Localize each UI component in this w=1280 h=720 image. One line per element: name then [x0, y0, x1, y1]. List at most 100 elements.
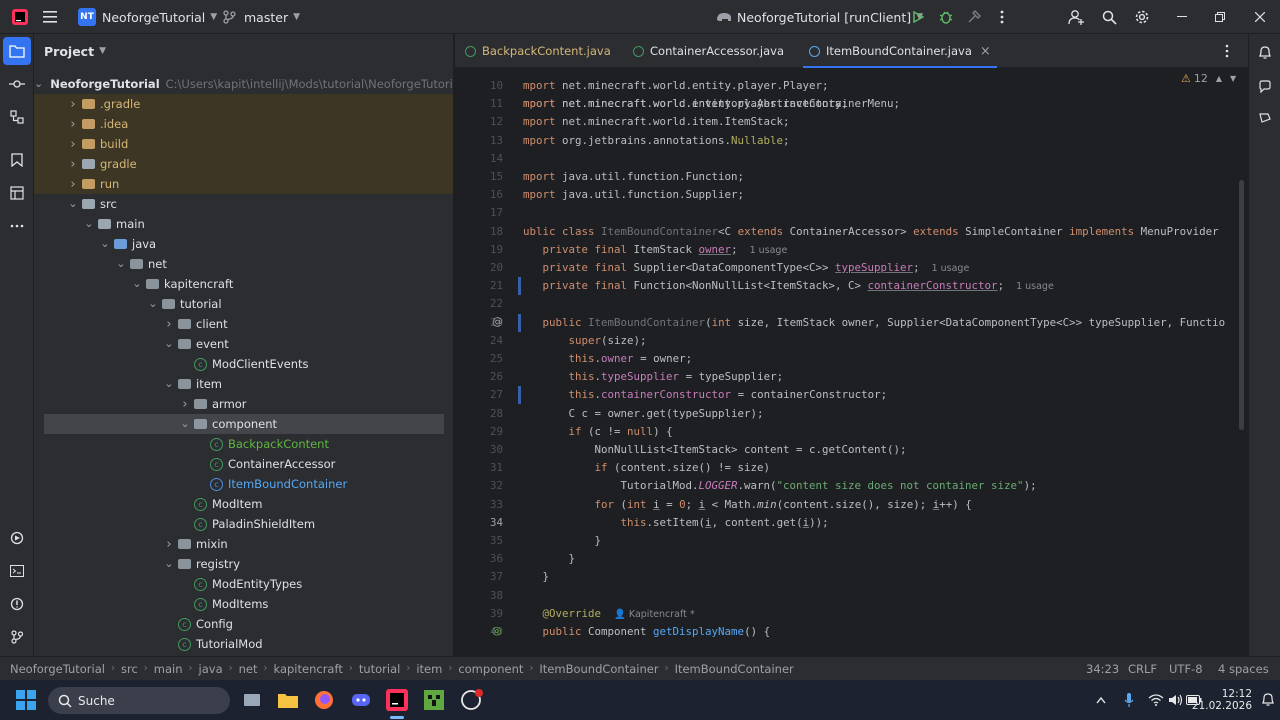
taskbar-search-input[interactable]: Suche: [48, 687, 230, 714]
tree-item-modclientevents[interactable]: c ModClientEvents: [34, 354, 453, 374]
tree-item-registry[interactable]: ⌄ registry: [34, 554, 453, 574]
wifi-icon[interactable]: [1148, 680, 1164, 720]
layout-icon[interactable]: [3, 179, 31, 207]
line-number[interactable]: 32: [455, 477, 503, 495]
search-icon[interactable]: [1095, 3, 1123, 31]
chevron-down-icon[interactable]: ⌄: [146, 298, 160, 309]
minecraft-icon[interactable]: [424, 680, 444, 720]
line-number[interactable]: 35: [455, 532, 503, 550]
services-icon[interactable]: [3, 524, 31, 552]
line-number[interactable]: 34: [455, 514, 503, 532]
notifications-bell-icon[interactable]: [1262, 680, 1274, 720]
tree-item-mixin[interactable]: › mixin: [34, 534, 453, 554]
line-separator[interactable]: CRLF: [1128, 662, 1157, 676]
vcs-change-marker[interactable]: [518, 277, 521, 296]
discord-icon[interactable]: [351, 680, 371, 720]
commit-icon[interactable]: [3, 70, 31, 98]
firefox-icon[interactable]: [314, 680, 334, 720]
constructor-usages-icon[interactable]: @: [492, 315, 503, 328]
editor-scrollbar[interactable]: [1239, 180, 1244, 430]
line-number[interactable]: 17: [455, 204, 503, 222]
breadcrumb-item[interactable]: NeoforgeTutorial: [10, 662, 105, 676]
tree-item-idea[interactable]: › .idea: [34, 114, 453, 134]
tab-container-accessor[interactable]: ContainerAccessor.java: [633, 34, 784, 68]
tray-overflow-icon[interactable]: [1096, 680, 1106, 720]
line-number[interactable]: 38: [455, 587, 503, 605]
line-number[interactable]: 25: [455, 350, 503, 368]
chevron-right-icon[interactable]: ›: [178, 397, 192, 412]
chevron-down-icon[interactable]: ⌄: [34, 78, 43, 89]
tree-item-item[interactable]: ⌄ item: [34, 374, 453, 394]
tree-item-main[interactable]: ⌄ main: [34, 214, 453, 234]
vcs-change-marker[interactable]: [518, 386, 521, 405]
chevron-down-icon[interactable]: ⌄: [66, 198, 80, 209]
tree-item-neoforgetutorial[interactable]: ⌄ NeoforgeTutorial C:\Users\kapit\intellij…: [34, 74, 453, 94]
chevron-down-icon[interactable]: ⌄: [162, 338, 176, 349]
breadcrumb-item[interactable]: ItemBoundContainer: [675, 662, 794, 676]
chevron-down-icon[interactable]: ⌄: [178, 418, 192, 429]
gear-icon[interactable]: [1128, 3, 1156, 31]
file-encoding[interactable]: UTF-8: [1169, 662, 1203, 676]
tree-item-client[interactable]: › client: [34, 314, 453, 334]
microphone-icon[interactable]: [1124, 680, 1134, 720]
chevron-down-icon[interactable]: ▼: [1230, 74, 1236, 83]
line-number[interactable]: 27: [455, 386, 503, 404]
code-editor[interactable]: mport net.minecraft.world.entity.player.…: [455, 68, 1248, 656]
tree-item-armor[interactable]: › armor: [34, 394, 453, 414]
tree-item-net[interactable]: ⌄ net: [34, 254, 453, 274]
tree-item-tutorialmod[interactable]: c TutorialMod: [34, 634, 453, 654]
tree-item-tutorial[interactable]: ⌄ tutorial: [34, 294, 453, 314]
steam-icon[interactable]: [461, 680, 483, 720]
ai-assistant-icon[interactable]: [1251, 72, 1279, 100]
intellij-logo-icon[interactable]: [6, 3, 34, 31]
override-method-icon[interactable]: ◎: [492, 624, 502, 637]
line-number[interactable]: 10: [455, 77, 503, 95]
breadcrumb-item[interactable]: item: [416, 662, 442, 676]
breadcrumb-item[interactable]: java: [199, 662, 223, 676]
project-switcher[interactable]: NT NeoforgeTutorial ▼: [78, 0, 217, 34]
intellij-taskbar-icon[interactable]: [386, 680, 408, 720]
tree-item-run[interactable]: › run: [34, 174, 453, 194]
task-view-icon[interactable]: [243, 680, 261, 720]
close-icon[interactable]: [1246, 3, 1274, 31]
chevron-down-icon[interactable]: ⌄: [114, 258, 128, 269]
line-number[interactable]: 37: [455, 568, 503, 586]
project-folder-icon[interactable]: [3, 37, 31, 65]
tree-item-kapitencraft[interactable]: ⌄ kapitencraft: [34, 274, 453, 294]
terminal-icon[interactable]: [3, 557, 31, 585]
tree-item-config[interactable]: c Config: [34, 614, 453, 634]
git-icon[interactable]: [3, 623, 31, 651]
vcs-change-marker[interactable]: [518, 313, 521, 332]
chevron-right-icon[interactable]: ›: [66, 177, 80, 192]
windows-start-icon[interactable]: [16, 690, 36, 713]
tree-item-java[interactable]: ⌄ java: [34, 234, 453, 254]
tree-item-src[interactable]: ⌄ src: [34, 194, 453, 214]
caret-position[interactable]: 34:23: [1086, 662, 1119, 676]
vcs-branch-switcher[interactable]: master ▼: [222, 0, 300, 34]
line-number[interactable]: 30: [455, 441, 503, 459]
file-explorer-icon[interactable]: [278, 680, 298, 720]
tree-item-moditems[interactable]: c ModItems: [34, 594, 453, 614]
line-number[interactable]: 16: [455, 186, 503, 204]
restore-icon[interactable]: [1206, 3, 1234, 31]
line-number[interactable]: 15: [455, 168, 503, 186]
chevron-right-icon[interactable]: ›: [162, 537, 176, 552]
run-config-selector[interactable]: NeoforgeTutorial [runClient] ▼: [716, 0, 923, 34]
tab-item-bound-container[interactable]: ItemBoundContainer.java ×: [803, 34, 997, 68]
breadcrumb-item[interactable]: component: [458, 662, 523, 676]
tree-item-containeraccessor[interactable]: c ContainerAccessor: [34, 454, 453, 474]
run-icon[interactable]: [904, 3, 932, 31]
chevron-right-icon[interactable]: ›: [66, 97, 80, 112]
line-number[interactable]: 12: [455, 113, 503, 131]
tree-item-build[interactable]: › build: [34, 134, 453, 154]
tab-close-icon[interactable]: ×: [980, 44, 991, 59]
tree-item-gradle[interactable]: › gradle: [34, 154, 453, 174]
line-number[interactable]: 26: [455, 368, 503, 386]
line-number[interactable]: 13: [455, 132, 503, 150]
app-logo[interactable]: [6, 0, 34, 34]
tree-item-backpackcontent[interactable]: c BackpackContent: [34, 434, 453, 454]
tree-item-itemboundcontainer[interactable]: c ItemBoundContainer: [34, 474, 453, 494]
project-panel-header[interactable]: Project ▼: [34, 34, 453, 68]
inspection-widget[interactable]: ⚠ 12 ▲ ▼: [1181, 72, 1236, 85]
chevron-down-icon[interactable]: ⌄: [130, 278, 144, 289]
